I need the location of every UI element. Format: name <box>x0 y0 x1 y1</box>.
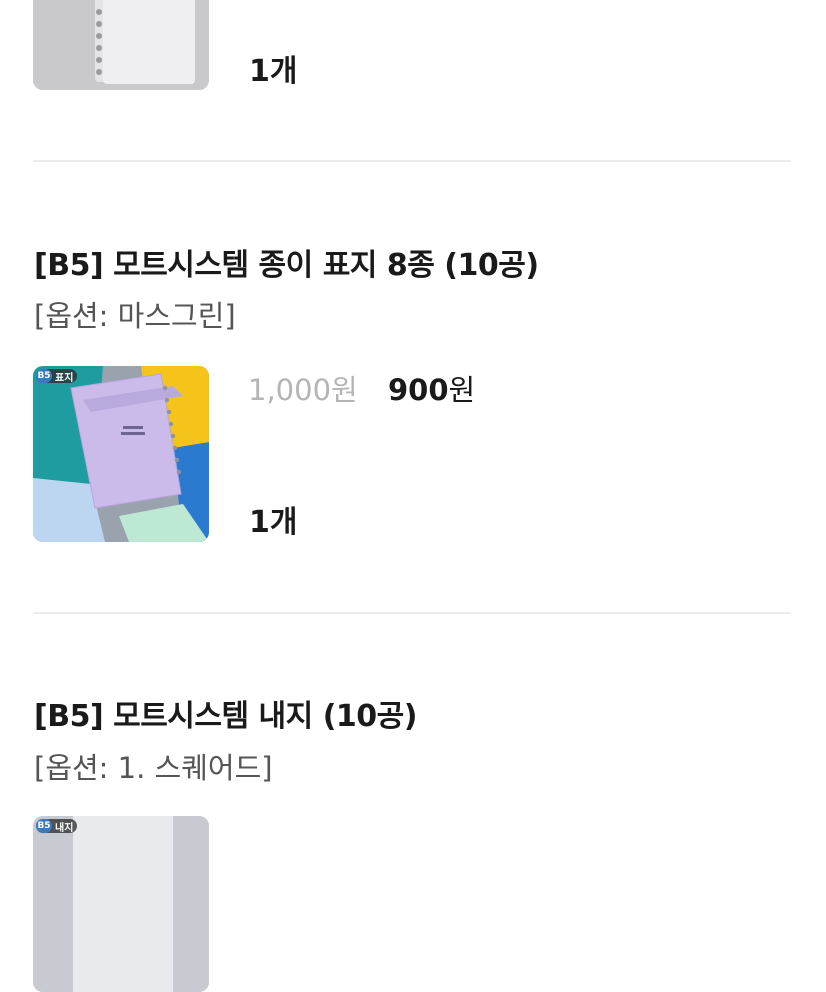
quantity: 1개 <box>249 54 298 89</box>
original-price: 1,000원 <box>248 373 358 407</box>
quantity: 1개 <box>249 505 298 540</box>
product-title[interactable]: [B5] 모트시스템 내지 (10공) <box>34 691 417 735</box>
product-title[interactable]: [B5] 모트시스템 종이 표지 8종 (10공) <box>34 240 539 284</box>
inner-paper-image <box>33 816 209 992</box>
badge-label: 표지 <box>55 372 74 384</box>
badge-size: B5 <box>36 819 52 833</box>
badge-label: 내지 <box>55 822 74 834</box>
product-thumbnail[interactable]: B5 표지 <box>33 366 209 542</box>
cover-collage-image <box>33 366 209 542</box>
product-badge: B5 표지 <box>36 369 78 384</box>
divider <box>33 160 791 162</box>
badge-size: B5 <box>36 369 52 383</box>
product-badge: B5 내지 <box>36 819 78 834</box>
product-thumbnail[interactable] <box>33 0 209 90</box>
product-thumbnail[interactable]: B5 내지 <box>33 816 209 992</box>
product-option: [옵션: 1. 스퀘어드] <box>34 751 273 785</box>
product-option: [옵션: 마스그린] <box>34 299 236 333</box>
binder-image <box>33 0 209 90</box>
divider <box>33 612 791 614</box>
sale-price-number: 900 <box>388 373 449 407</box>
sale-price: 900원 <box>388 367 475 409</box>
sale-price-unit: 원 <box>448 373 476 407</box>
